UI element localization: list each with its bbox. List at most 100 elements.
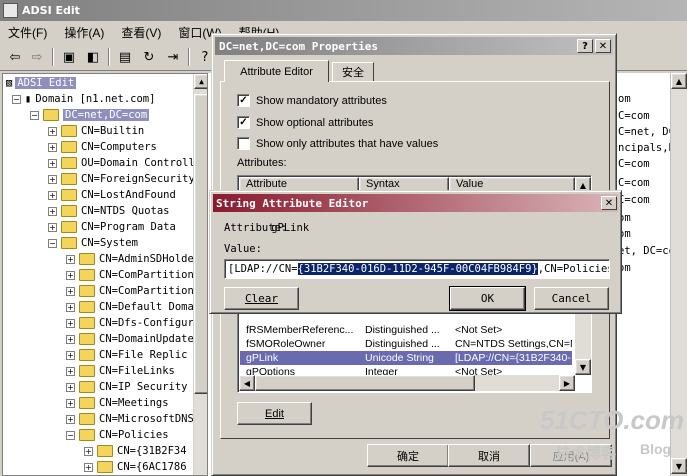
tree-item[interactable]: + CN=Dfs-Configur [66,315,194,331]
folder-icon [79,253,95,265]
expand-icon[interactable]: + [66,254,75,264]
expand-icon[interactable]: + [84,462,93,472]
tree-item[interactable]: − CN=System [48,235,138,251]
tree-item[interactable]: + CN=ComPartition [66,267,194,283]
menu-view[interactable]: 查看(V) [113,24,170,41]
expand-icon[interactable]: + [48,222,57,232]
tree-item[interactable]: + CN=ForeignSecurity [48,171,195,187]
expand-icon[interactable]: + [66,318,75,328]
edit-button[interactable]: Edit [237,402,312,425]
table-row[interactable]: gPLink Unicode String [LDAP://CN={31B2F3… [240,351,572,365]
ok-button[interactable]: 确定 [367,444,449,467]
expand-icon[interactable]: + [66,382,75,392]
tree-item[interactable]: + CN=Builtin [48,123,144,139]
expand-icon[interactable]: + [66,350,75,360]
scroll-up-icon[interactable]: ▲ [671,73,687,89]
folder-icon [79,269,95,281]
folder-icon [79,381,95,393]
tab-security[interactable]: 安全 [332,62,374,82]
scroll-up-icon[interactable]: ▲ [194,74,207,89]
tree-item-adsi-edit[interactable]: ▧ ADSI Edit [6,75,77,91]
collapse-icon[interactable]: − [66,430,75,440]
tree-item[interactable]: + CN=ComPartition [66,283,194,299]
collapse-icon[interactable]: − [12,94,21,104]
expand-icon[interactable]: + [66,270,75,280]
tree-item[interactable]: + CN=Program Data [48,219,176,235]
show-optional-checkbox[interactable]: ✓ Show optional attributes [237,116,373,129]
ok-button[interactable]: OK [449,286,526,311]
cancel-button[interactable]: Cancel [534,287,609,310]
table-row[interactable]: fRSMemberReferenc... Distinguished ... <… [240,323,572,337]
scroll-thumb[interactable] [194,94,207,394]
close-icon[interactable]: ✕ [601,196,617,210]
folder-icon [79,349,95,361]
tree-item[interactable]: + CN=MicrosoftDNS [66,411,194,427]
tree-item[interactable]: + CN=LostAndFound [48,187,176,203]
list-item[interactable]: om [618,93,631,105]
watermark-brand: 51CTO.com [540,405,685,435]
tree-item[interactable]: + CN=File Replic [66,347,188,363]
show-mandatory-checkbox[interactable]: ✓ Show mandatory attributes [237,94,387,107]
tree-item-dc-net[interactable]: − DC=net,DC=com [30,107,150,123]
list-item[interactable]: C=com [618,177,650,189]
menu-action[interactable]: 操作(A) [56,24,113,41]
scroll-right-icon[interactable]: ▶ [559,375,575,391]
expand-icon[interactable]: + [66,414,75,424]
back-arrow-icon[interactable]: ⇦ [4,47,26,67]
tree-item[interactable]: + CN={6AC1786 [84,459,187,475]
folder-icon [79,301,95,313]
tree-item[interactable]: + OU=Domain Controll [48,155,195,171]
tab-attribute-editor[interactable]: Attribute Editor [224,60,329,82]
collapse-icon[interactable]: − [48,238,57,248]
expand-icon[interactable]: + [66,334,75,344]
expand-icon[interactable]: + [48,126,57,136]
toolbar-separator [52,48,54,66]
value-input[interactable]: [LDAP://CN= {31B2F340-016D-11D2-945F-00C0… [224,259,610,279]
table-row[interactable]: fSMORoleOwner Distinguished ... CN=NTDS … [240,337,572,351]
list-item[interactable]: C=com [618,194,650,206]
menu-file[interactable]: 文件(F) [0,24,56,41]
tree-item[interactable]: − CN=Policies [66,427,169,443]
export-list-icon[interactable]: ⇥ [162,47,184,67]
scroll-down-icon[interactable]: ▼ [671,458,687,474]
expand-icon[interactable]: + [48,142,57,152]
properties-icon[interactable]: ▤ [114,47,136,67]
help-icon[interactable]: ? [577,39,593,53]
forward-arrow-icon[interactable]: ⇨ [26,47,48,67]
up-folder-icon[interactable]: ▣ [58,47,80,67]
tree-item[interactable]: + CN=DomainUpdate [66,331,194,347]
tree-item[interactable]: + CN={31B2F34 [84,443,187,459]
expand-icon[interactable]: + [48,174,57,184]
tree-item-domain[interactable]: − ▮ Domain [n1.net.com] [12,91,155,107]
refresh-icon[interactable]: ↻ [138,47,160,67]
scroll-down-icon[interactable]: ▼ [575,359,591,375]
expand-icon[interactable]: + [66,286,75,296]
collapse-icon[interactable]: − [30,110,39,120]
list-item[interactable]: C=com [618,110,650,122]
tree-item[interactable]: + CN=IP Security [66,379,188,395]
attributes-hscrollbar[interactable]: ◀ ▶ [239,375,575,391]
expand-icon[interactable]: + [48,206,57,216]
list-item[interactable]: C=com [618,158,650,170]
tree-item[interactable]: + CN=FileLinks [66,363,175,379]
show-values-only-checkbox[interactable]: Show only attributes that have values [237,137,438,150]
expand-icon[interactable]: + [84,446,93,456]
tree-scrollbar[interactable]: ▲ [193,74,207,475]
show-hide-tree-icon[interactable]: ◧ [82,47,104,67]
tree-item[interactable]: + CN=Default Doma [66,299,194,315]
cancel-button[interactable]: 取消 [448,444,530,467]
expand-icon[interactable]: + [48,190,57,200]
expand-icon[interactable]: + [48,158,57,168]
tree-item[interactable]: + CN=Meetings [66,395,169,411]
server-icon: ▮ [25,93,32,105]
clear-button[interactable]: Clear [224,287,299,310]
close-icon[interactable]: ✕ [595,39,611,53]
scroll-left-icon[interactable]: ◀ [239,375,255,391]
expand-icon[interactable]: + [66,302,75,312]
expand-icon[interactable]: + [66,398,75,408]
expand-icon[interactable]: + [66,366,75,376]
scroll-thumb[interactable] [255,375,475,391]
tree-item[interactable]: + CN=AdminSDHolde [66,251,194,267]
tree-item[interactable]: + CN=Computers [48,139,157,155]
tree-item[interactable]: + CN=NTDS Quotas [48,203,170,219]
